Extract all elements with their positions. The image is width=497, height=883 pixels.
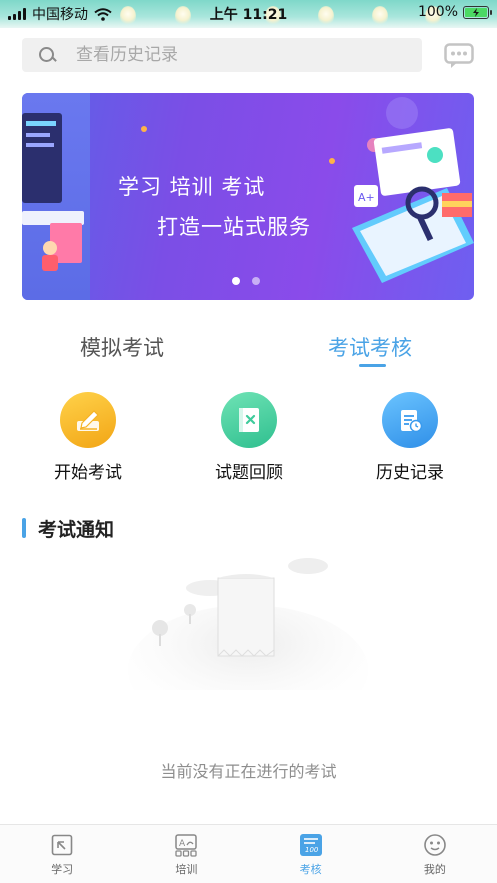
- nav-item-exam[interactable]: 100 考核: [249, 825, 373, 883]
- status-right: 100%: [417, 4, 492, 20]
- nav-label-study: 学习: [51, 863, 74, 876]
- start-exam-button[interactable]: 开始考试: [28, 392, 148, 483]
- empty-state-text: 当前没有正在进行的考试: [160, 762, 337, 781]
- search-icon: [38, 46, 56, 64]
- nav-item-profile[interactable]: 我的: [373, 825, 497, 883]
- battery-percent: 100%: [417, 4, 458, 20]
- history-doc-icon: [382, 392, 438, 448]
- svg-text:A: A: [179, 839, 186, 849]
- promo-banner[interactable]: A+ 学习 培训 考试 打造一站式服务: [22, 93, 474, 300]
- tab-mock-exam[interactable]: 模拟考试: [80, 332, 164, 362]
- question-review-label: 试题回顾: [215, 463, 283, 483]
- pagination-dot[interactable]: [232, 277, 240, 285]
- nav-label-exam: 考核: [299, 863, 322, 876]
- pen-icon: [60, 392, 116, 448]
- message-icon[interactable]: [444, 43, 474, 69]
- bottom-navigation: 学习 A 培训 100 考核 我的: [0, 824, 497, 883]
- section-title: 考试通知: [38, 519, 115, 541]
- search-input[interactable]: [76, 45, 376, 65]
- search-bar[interactable]: [22, 38, 422, 72]
- banner-title: 学习 培训 考试: [118, 175, 266, 199]
- banner-pagination: [232, 277, 260, 285]
- history-record-button[interactable]: 历史记录: [350, 392, 470, 483]
- nav-item-training[interactable]: A 培训: [124, 825, 248, 883]
- nav-item-study[interactable]: 学习: [0, 825, 124, 883]
- svg-text:100: 100: [305, 846, 319, 854]
- exam-icon: 100: [299, 834, 322, 856]
- study-icon: [51, 834, 73, 856]
- training-icon: A: [175, 834, 198, 857]
- question-review-button[interactable]: 试题回顾: [189, 392, 309, 483]
- pagination-dot[interactable]: [252, 277, 260, 285]
- status-bar: 中国移动 上午 11:21 100%: [0, 0, 497, 28]
- book-x-icon: [221, 392, 277, 448]
- empty-state-illustration: [128, 558, 368, 690]
- svg-text:A+: A+: [358, 191, 375, 204]
- section-marker: [22, 518, 26, 538]
- nav-label-training: 培训: [175, 863, 198, 876]
- banner-subtitle: 打造一站式服务: [157, 215, 311, 239]
- tab-exam-assessment[interactable]: 考试考核: [328, 332, 412, 362]
- profile-icon: [424, 834, 446, 856]
- battery-icon: [463, 5, 492, 19]
- nav-label-profile: 我的: [423, 863, 446, 876]
- start-exam-label: 开始考试: [54, 463, 122, 483]
- active-tab-indicator: [359, 364, 386, 367]
- history-record-label: 历史记录: [376, 463, 444, 483]
